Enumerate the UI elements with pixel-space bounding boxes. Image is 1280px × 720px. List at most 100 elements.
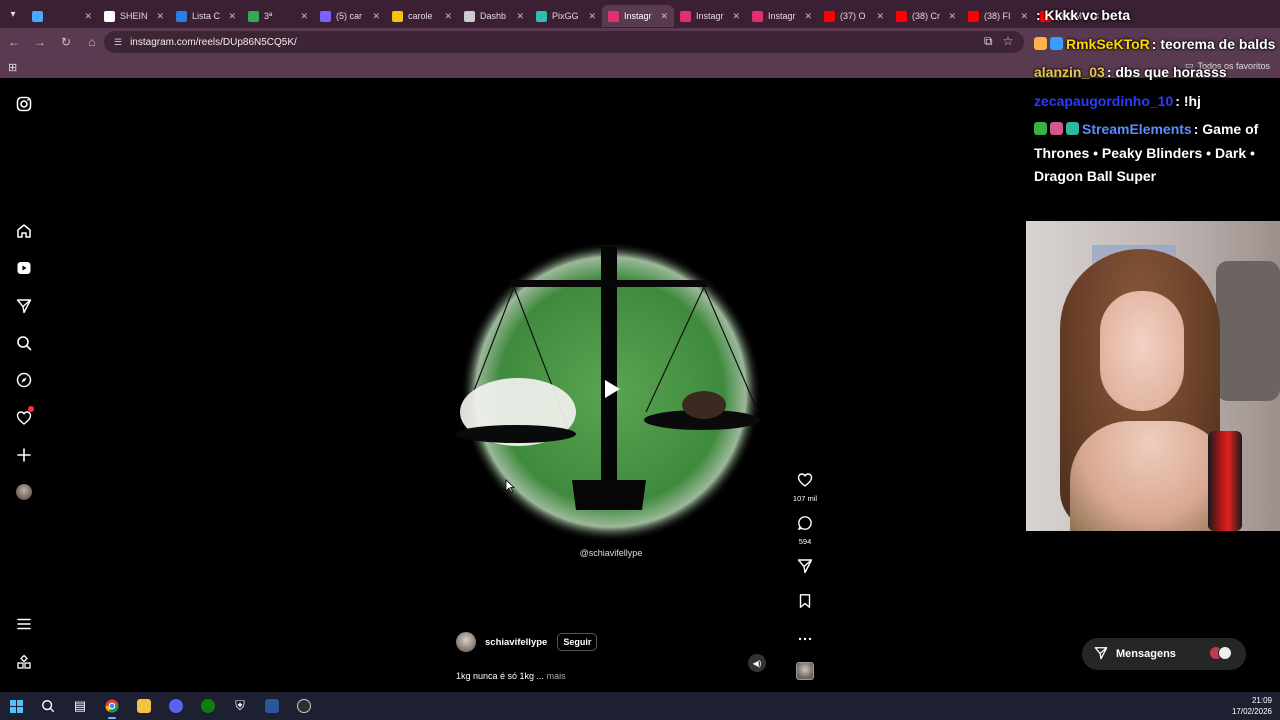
install-app-icon[interactable]: ⧉ (984, 34, 993, 49)
pix-icon (536, 10, 547, 22)
author-avatar[interactable] (456, 632, 476, 652)
browser-tab[interactable]: Instagr ✕ (746, 5, 818, 27)
browser-tab[interactable]: Lista C ✕ (170, 5, 242, 27)
browser-tab[interactable]: Dashb ✕ (458, 5, 530, 27)
youtube-icon (824, 10, 835, 22)
tab-label: Instagr (696, 11, 724, 21)
browser-tab[interactable]: SHEIN ✕ (98, 5, 170, 27)
explore-compass-icon[interactable] (14, 370, 34, 390)
direct-send-icon[interactable] (14, 296, 34, 316)
browser-tab[interactable]: (38) FI ✕ (962, 5, 1034, 27)
forward-icon[interactable]: → (28, 30, 52, 54)
close-tab-icon[interactable]: ✕ (732, 11, 740, 22)
stream-chat-overlay: : Kkkk vc beta RmkSeKToR: teorema de bald… (1034, 4, 1280, 194)
close-tab-icon[interactable]: ✕ (444, 11, 452, 22)
close-tab-icon[interactable]: ✕ (84, 11, 92, 22)
start-windows-icon[interactable] (0, 692, 32, 720)
browser-tab[interactable]: Instagr ✕ (602, 5, 674, 27)
shield-icon[interactable]: ⛨ (224, 692, 256, 720)
close-tab-icon[interactable]: ✕ (876, 11, 884, 22)
close-tab-icon[interactable]: ✕ (804, 11, 812, 22)
messages-button[interactable]: Mensagens (1082, 638, 1246, 670)
chat-message: StreamElements: Game of Thrones • Peaky … (1034, 118, 1280, 189)
close-tab-icon[interactable]: ✕ (660, 11, 668, 22)
browser-tab[interactable]: (38) Cr ✕ (890, 5, 962, 27)
coin-icon (392, 10, 403, 22)
file-explorer-icon[interactable] (128, 692, 160, 720)
audio-thumbnail[interactable] (790, 662, 820, 680)
volume-icon[interactable]: ◀) (748, 654, 766, 672)
follow-button[interactable]: Seguir (557, 633, 598, 651)
browser-tab[interactable]: ✕ (26, 5, 98, 27)
back-icon[interactable]: ← (2, 30, 26, 54)
close-tab-icon[interactable]: ✕ (516, 11, 524, 22)
reload-icon[interactable]: ↻ (54, 30, 78, 54)
clock-date: 17/02/2026 (1231, 707, 1272, 716)
share-button[interactable] (790, 558, 820, 579)
instagram-icon (752, 10, 763, 22)
play-icon[interactable] (599, 377, 623, 401)
xbox-icon[interactable] (192, 692, 224, 720)
emote-icon (1066, 122, 1079, 135)
close-tab-icon[interactable]: ✕ (228, 11, 236, 22)
create-plus-icon[interactable] (14, 445, 34, 465)
tab-label: Instagr (624, 11, 652, 21)
home-icon[interactable]: ⌂ (80, 30, 104, 54)
close-tab-icon[interactable]: ✕ (1020, 11, 1028, 22)
chat-message: : Kkkk vc beta (1034, 4, 1280, 28)
youtube-icon (968, 10, 979, 22)
streamer-webcam (1026, 221, 1280, 531)
tab-search-icon[interactable]: ▾ (0, 0, 26, 28)
comment-icon (798, 516, 812, 530)
clock-time: 21:09 (1251, 696, 1272, 705)
left-pan (456, 425, 576, 443)
bookmark-star-icon[interactable]: ☆ (1003, 34, 1014, 49)
obs-icon[interactable] (288, 692, 320, 720)
browser-tab[interactable]: 3ª ✕ (242, 5, 314, 27)
profile-avatar[interactable] (14, 482, 34, 502)
streamer-body (1070, 421, 1230, 531)
caption-more-link[interactable]: mais (547, 671, 566, 681)
tab-label: (37) O (840, 11, 866, 21)
comment-button[interactable]: 594 (790, 515, 820, 546)
close-tab-icon[interactable]: ✕ (156, 11, 164, 22)
task-view-icon[interactable]: ▤ (64, 692, 96, 720)
site-info-icon[interactable]: ☰ (114, 37, 122, 48)
reel-video[interactable]: @schiavifellype schiavifellype Seguir 1k… (446, 92, 776, 682)
more-options-icon[interactable] (790, 630, 820, 648)
close-tab-icon[interactable]: ✕ (372, 11, 380, 22)
microphone (1208, 431, 1242, 531)
meta-apps-icon[interactable] (14, 652, 34, 672)
close-tab-icon[interactable]: ✕ (300, 11, 308, 22)
search-icon[interactable] (32, 692, 64, 720)
system-clock[interactable]: 21:09 17/02/2026 (1232, 695, 1272, 717)
reel-author: schiavifellype Seguir (456, 632, 598, 652)
apps-grid-icon[interactable]: ⊞ (8, 61, 17, 74)
browser-tab[interactable]: carole ✕ (386, 5, 458, 27)
more-menu-icon[interactable] (14, 614, 34, 634)
avatar (1218, 646, 1232, 660)
browser-tab[interactable]: PixGG ✕ (530, 5, 602, 27)
close-tab-icon[interactable]: ✕ (588, 11, 596, 22)
tab-label: (38) Cr (912, 11, 941, 21)
browser-tab[interactable]: Instagr ✕ (674, 5, 746, 27)
url-text: instagram.com/reels/DUp86N5CQ5K/ (130, 36, 297, 48)
reels-icon[interactable] (14, 258, 34, 278)
browser-tab[interactable]: (37) O ✕ (818, 5, 890, 27)
chrome-icon[interactable] (96, 692, 128, 720)
home-icon[interactable] (14, 221, 34, 241)
chat-message: zecapaugordinho_10: !hj (1034, 90, 1280, 114)
address-bar[interactable]: ☰ instagram.com/reels/DUp86N5CQ5K/ (104, 31, 1024, 53)
like-button[interactable]: 107 mil (790, 472, 820, 503)
save-button[interactable] (790, 593, 820, 614)
scale-beam (510, 280, 708, 287)
search-icon[interactable] (14, 333, 34, 353)
browser-tab[interactable]: (5) car ✕ (314, 5, 386, 27)
discord-icon[interactable] (160, 692, 192, 720)
close-tab-icon[interactable]: ✕ (948, 11, 956, 22)
instagram-logo-icon[interactable] (14, 94, 34, 114)
author-username[interactable]: schiavifellype (485, 637, 547, 648)
notifications-heart-icon[interactable] (14, 406, 34, 428)
word-icon[interactable] (256, 692, 288, 720)
chat-username: RmkSeKToR (1066, 35, 1150, 52)
